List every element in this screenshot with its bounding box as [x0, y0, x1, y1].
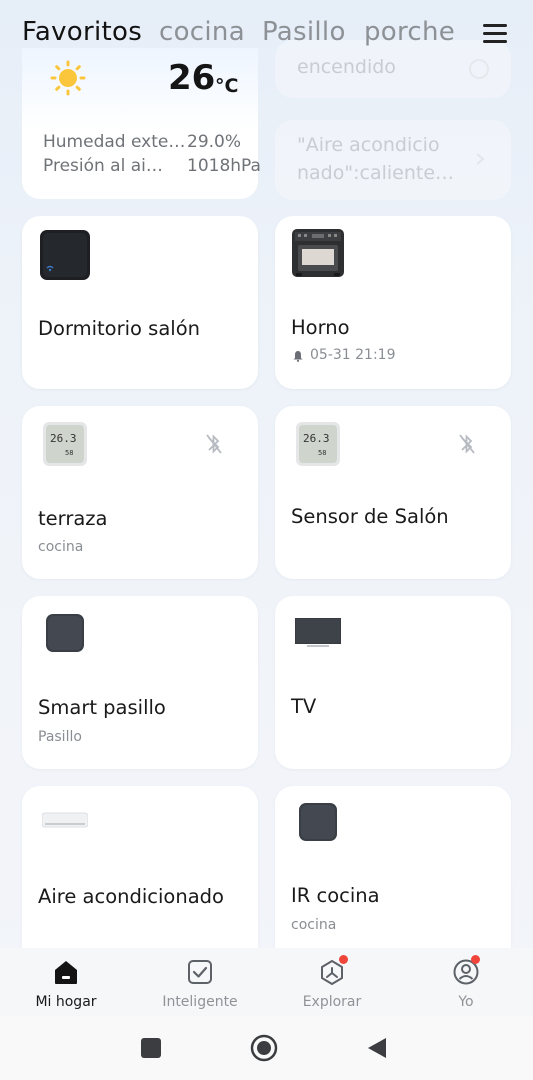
device-room: cocina: [38, 539, 84, 555]
humidity-label: Humedad exte…: [43, 132, 186, 152]
sensor-hum-readout: 58: [318, 449, 326, 457]
nav-label: Yo: [458, 994, 474, 1010]
device-card-ir-cocina[interactable]: IR cocina cocina: [275, 786, 511, 948]
pressure-label: Presión al ai…: [43, 156, 163, 176]
sensor-temp-readout: 26.3: [303, 432, 330, 445]
menu-icon[interactable]: [483, 24, 507, 44]
nav-mi-hogar[interactable]: Mi hogar: [16, 948, 116, 1016]
nav-label: Inteligente: [162, 994, 238, 1010]
chevron-right-icon: [476, 153, 485, 165]
thermometer-hygrometer-icon: 26.3 58: [43, 422, 87, 466]
device-room: Pasillo: [38, 729, 82, 745]
temperature-unit: °C: [215, 75, 239, 97]
bluetooth-off-icon: [206, 434, 222, 454]
oven-icon: [292, 229, 344, 277]
nav-label: Explorar: [302, 994, 362, 1010]
thermometer-hygrometer-icon: 26.3 58: [296, 422, 340, 466]
scene-bottom-line1: "Aire acondicio: [297, 134, 440, 156]
room-tabs: Favoritos cocina Pasillo porche: [0, 0, 533, 70]
device-alarm-time: 05-31 21:19: [310, 347, 396, 363]
device-name: IR cocina: [291, 884, 380, 907]
nav-explorar[interactable]: Explorar: [282, 948, 382, 1016]
nav-label: Mi hogar: [35, 994, 97, 1010]
sensor-hum-readout: 58: [65, 449, 73, 457]
device-card-aire-acondicionado[interactable]: Aire acondicionado: [22, 786, 258, 948]
system-nav-bar: [0, 1016, 533, 1080]
ir-remote-icon: [40, 230, 90, 280]
device-card-terraza[interactable]: 26.3 58 terraza cocina: [22, 406, 258, 579]
device-name: Dormitorio salón: [38, 317, 200, 340]
scene-card-bottom[interactable]: "Aire acondicio nado":caliente…: [275, 120, 511, 200]
device-name: Sensor de Salón: [291, 505, 449, 528]
device-name: Horno: [291, 316, 350, 339]
tv-icon: [295, 618, 341, 647]
home-icon: [55, 961, 77, 984]
device-card-sensor-de-salon[interactable]: 26.3 58 Sensor de Salón: [275, 406, 511, 579]
device-name: TV: [291, 695, 317, 718]
nav-inteligente[interactable]: Inteligente: [150, 948, 250, 1016]
pressure-value: 1018hPa: [187, 156, 261, 176]
hub-device-icon: [299, 803, 337, 841]
weather-card[interactable]: 26 °C Humedad exte… 29.0% Presión al ai……: [22, 48, 261, 199]
device-card-dormitorio-salon[interactable]: Dormitorio salón: [22, 216, 258, 389]
device-card-smart-pasillo[interactable]: Smart pasillo Pasillo: [22, 596, 258, 769]
device-name: Smart pasillo: [38, 696, 166, 719]
hub-device-icon: [46, 614, 84, 652]
tab-pasillo[interactable]: Pasillo: [262, 17, 346, 47]
back-icon[interactable]: [366, 1036, 388, 1060]
bluetooth-off-icon: [459, 434, 475, 454]
checkbox-icon: [188, 960, 212, 984]
device-name: Aire acondicionado: [38, 885, 224, 908]
humidity-value: 29.0%: [187, 132, 242, 152]
tab-porche[interactable]: porche: [364, 17, 455, 47]
notification-badge: [471, 955, 480, 964]
recent-apps-icon[interactable]: [141, 1038, 161, 1058]
tab-favoritos[interactable]: Favoritos: [22, 17, 142, 47]
bottom-nav: Mi hogar Inteligente Explorar Yo: [0, 948, 533, 1016]
device-card-tv[interactable]: TV: [275, 596, 511, 769]
device-room: cocina: [291, 917, 337, 933]
home-button-icon[interactable]: [250, 1034, 278, 1062]
scene-bottom-line2: nado":caliente…: [297, 162, 455, 184]
notification-badge: [339, 955, 348, 964]
device-name: terraza: [38, 507, 108, 530]
bell-icon: [293, 351, 303, 362]
sensor-temp-readout: 26.3: [50, 432, 77, 445]
tab-cocina[interactable]: cocina: [159, 17, 245, 47]
nav-yo[interactable]: Yo: [416, 948, 516, 1016]
device-card-horno[interactable]: Horno 05-31 21:19: [275, 216, 511, 389]
air-conditioner-icon: [42, 812, 88, 828]
